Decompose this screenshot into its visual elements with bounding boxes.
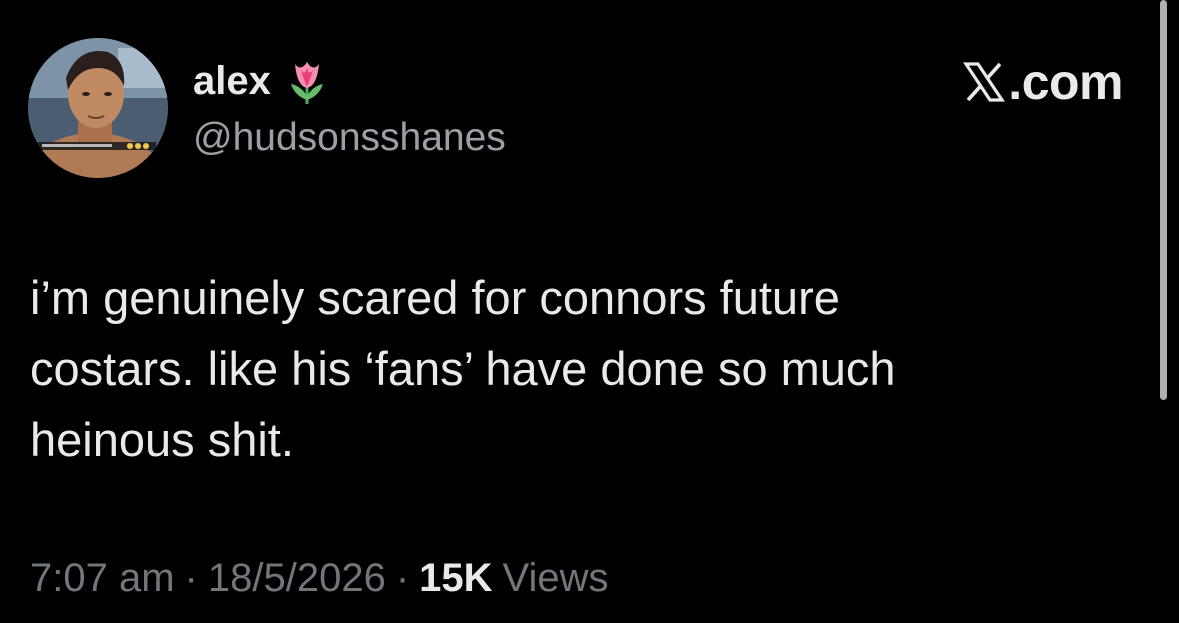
tweet-card: alex @hudsonsshanes .com i’m genuinely s… [0,0,1179,623]
author-handle[interactable]: @hudsonsshanes [193,116,506,160]
meta-separator: · [184,556,198,600]
tweet-time[interactable]: 7:07 am [30,556,175,601]
brand-watermark: .com [962,52,1123,112]
avatar[interactable] [28,38,168,178]
tweet-date[interactable]: 18/5/2026 [208,556,386,601]
tweet-text: i’m genuinely scared for connors future … [30,271,896,466]
meta-separator: · [395,556,410,600]
tweet-meta: 7:07 am · 18/5/2026 · 15K Views [30,556,609,601]
brand-text: .com [1008,54,1123,110]
views-count[interactable]: 15K [419,556,492,601]
avatar-image [28,38,168,178]
display-name[interactable]: alex [193,59,271,104]
tulip-icon [285,56,329,106]
x-logo-icon [962,60,1006,104]
author-name-row[interactable]: alex [193,56,329,106]
views-label: Views [502,556,609,600]
scrollbar[interactable] [1160,0,1167,400]
